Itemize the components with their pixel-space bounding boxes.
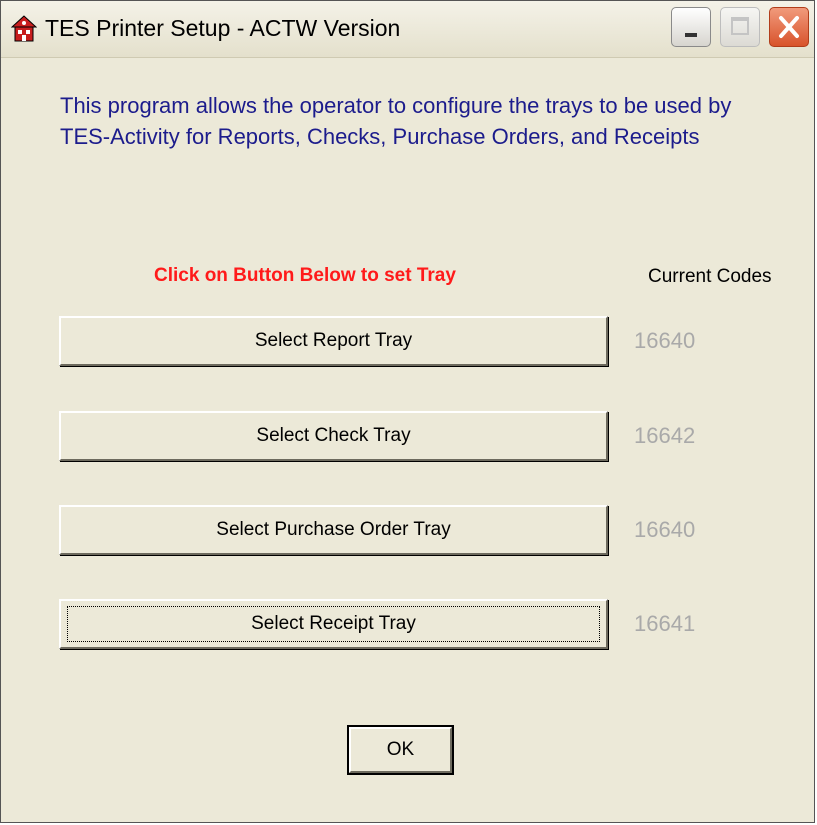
close-button[interactable] (769, 7, 809, 47)
ok-button[interactable]: OK (347, 725, 454, 775)
ok-button-label: OK (386, 739, 415, 760)
printer-setup-window: TES Printer Setup - ACTW Version This pr… (0, 0, 815, 823)
program-description: This program allows the operator to conf… (60, 93, 732, 149)
focus-rectangle (67, 606, 600, 642)
receipt-tray-code: 16641 (634, 611, 696, 636)
maximize-icon (731, 17, 749, 35)
minimize-icon (685, 33, 697, 37)
select-check-tray-button[interactable]: Select Check Tray (59, 411, 608, 461)
button-label: Select Check Tray (256, 425, 411, 446)
title-bar[interactable]: TES Printer Setup - ACTW Version (1, 1, 814, 58)
purchase-order-tray-code: 16640 (634, 517, 696, 542)
window-title: TES Printer Setup - ACTW Version (45, 15, 401, 41)
instruction-label: Click on Button Below to set Tray (154, 265, 456, 286)
minimize-button[interactable] (671, 7, 711, 47)
select-receipt-tray-button[interactable]: Select Receipt Tray (59, 599, 608, 649)
check-tray-code: 16642 (634, 423, 696, 448)
maximize-button (720, 7, 760, 47)
close-icon (779, 16, 799, 38)
app-icon (11, 15, 37, 42)
report-tray-code: 16640 (634, 328, 696, 353)
select-purchase-order-tray-button[interactable]: Select Purchase Order Tray (59, 505, 608, 555)
select-report-tray-button[interactable]: Select Report Tray (59, 316, 608, 366)
button-label: Select Purchase Order Tray (216, 519, 451, 540)
current-codes-header: Current Codes (648, 266, 772, 287)
button-label: Select Report Tray (254, 330, 413, 351)
